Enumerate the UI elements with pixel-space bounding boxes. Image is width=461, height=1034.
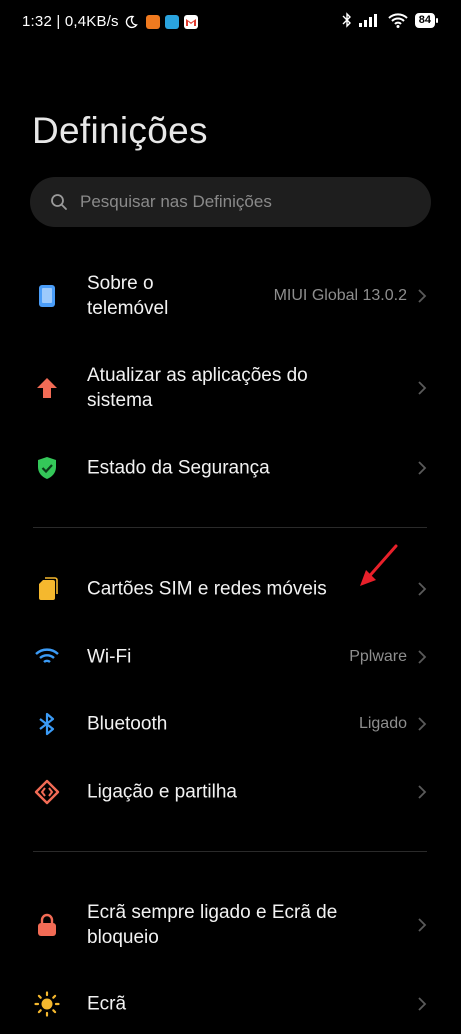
status-time-speed: 1:32 | 0,4KB/s — [22, 13, 119, 30]
settings-item-value: Pplware — [349, 648, 407, 665]
search-input[interactable] — [78, 191, 402, 213]
wifi-icon — [35, 648, 59, 664]
settings-item-display[interactable]: Ecrã — [0, 974, 461, 1034]
sim-card-icon — [39, 577, 58, 600]
settings-item-value: MIUI Global 13.0.2 — [273, 287, 407, 304]
settings-item-about-phone[interactable]: Sobre o telemóvel MIUI Global 13.0.2 — [0, 266, 461, 326]
search-bar[interactable] — [30, 177, 431, 227]
settings-item-label: Ecrã sempre ligado e Ecrã de bloqueio — [87, 902, 338, 948]
chevron-right-icon — [418, 461, 427, 475]
settings-item-bluetooth[interactable]: Bluetooth Ligado — [0, 694, 461, 754]
gmail-icon — [183, 14, 198, 29]
settings-item-label: Bluetooth — [87, 713, 168, 735]
chevron-right-icon — [418, 289, 427, 303]
settings-item-label: Estado da Segurança — [87, 457, 270, 479]
battery-icon: 84 — [414, 12, 439, 28]
annotation-arrow — [360, 544, 398, 586]
arrow-up-icon — [37, 378, 57, 398]
chevron-right-icon — [418, 717, 427, 731]
chevron-right-icon — [418, 997, 427, 1011]
divider — [33, 851, 427, 852]
chevron-right-icon — [418, 582, 427, 596]
settings-item-lock-screen[interactable]: Ecrã sempre ligado e Ecrã de bloqueio — [0, 895, 461, 955]
signal-icon — [358, 14, 377, 27]
connection-share-icon — [34, 779, 60, 805]
app-icon-orange — [145, 14, 160, 29]
chevron-right-icon — [418, 650, 427, 664]
shield-check-icon — [38, 457, 56, 479]
settings-item-label: Sobre o telemóvel — [87, 273, 169, 319]
chevron-right-icon — [418, 381, 427, 395]
settings-item-label: Wi-Fi — [87, 646, 132, 668]
lock-icon — [38, 913, 56, 936]
settings-item-connection-sharing[interactable]: Ligação e partilha — [0, 762, 461, 822]
settings-item-label: Ecrã — [87, 993, 127, 1015]
search-icon — [51, 194, 67, 210]
telegram-icon — [164, 14, 179, 29]
wifi-icon — [388, 12, 408, 28]
divider — [33, 527, 427, 528]
settings-item-label: Ligação e partilha — [87, 781, 237, 803]
settings-item-update-apps[interactable]: Atualizar as aplicações do sistema — [0, 358, 461, 418]
chevron-right-icon — [418, 918, 427, 932]
chevron-right-icon — [418, 785, 427, 799]
settings-item-label: Cartões SIM e redes móveis — [87, 578, 327, 600]
settings-item-security[interactable]: Estado da Segurança — [0, 438, 461, 498]
settings-item-wifi[interactable]: Wi-Fi Pplware — [0, 627, 461, 687]
status-bar: 1:32 | 0,4KB/s 84 — [0, 0, 461, 46]
sun-icon — [34, 991, 60, 1017]
settings-item-value: Ligado — [358, 715, 407, 732]
moon-icon — [125, 15, 138, 28]
page-title: Definições — [32, 110, 208, 151]
bluetooth-icon — [39, 712, 55, 736]
settings-item-label: Atualizar as aplicações do sistema — [87, 365, 308, 411]
phone-icon — [39, 285, 55, 307]
bluetooth-icon — [342, 12, 351, 28]
